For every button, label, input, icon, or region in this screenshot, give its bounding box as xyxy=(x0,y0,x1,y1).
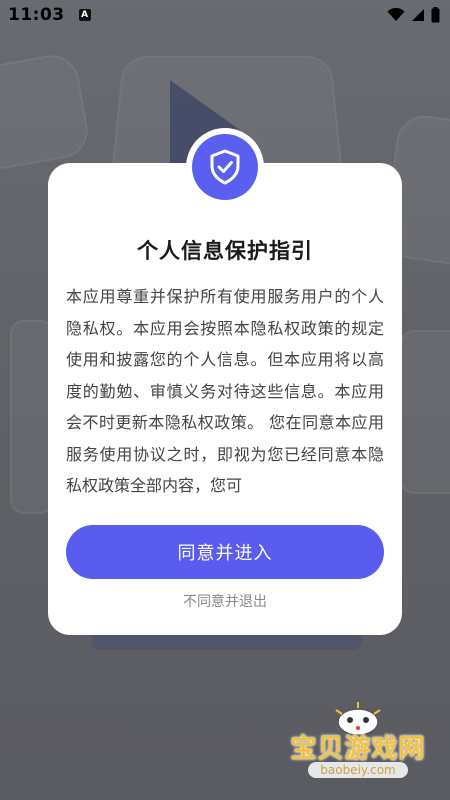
status-time: 11:03 xyxy=(8,5,65,25)
privacy-dialog: 个人信息保护指引 本应用尊重并保护所有使用服务用户的个人隐私权。本应用会按照本隐… xyxy=(48,163,402,635)
status-bar: 11:03 A xyxy=(0,0,450,30)
agree-button[interactable]: 同意并进入 xyxy=(66,525,384,579)
watermark-url: baobeiy.com xyxy=(308,762,408,778)
shield-badge xyxy=(186,128,264,206)
dialog-title: 个人信息保护指引 xyxy=(137,239,313,263)
privacy-policy-text[interactable]: 本应用尊重并保护所有使用服务用户的个人隐私权。本应用会按照本隐私权政策的规定使用… xyxy=(66,281,384,503)
disagree-exit-link[interactable]: 不同意并退出 xyxy=(48,591,402,611)
wifi-icon xyxy=(387,8,405,21)
notification-icon: A xyxy=(78,9,91,21)
watermark-title: 宝贝游戏网 xyxy=(290,734,426,764)
signal-icon xyxy=(412,9,424,21)
watermark: 宝贝游戏网 baobeiy.com xyxy=(278,700,438,790)
battery-icon xyxy=(431,7,440,23)
shield-check-icon xyxy=(210,149,240,185)
